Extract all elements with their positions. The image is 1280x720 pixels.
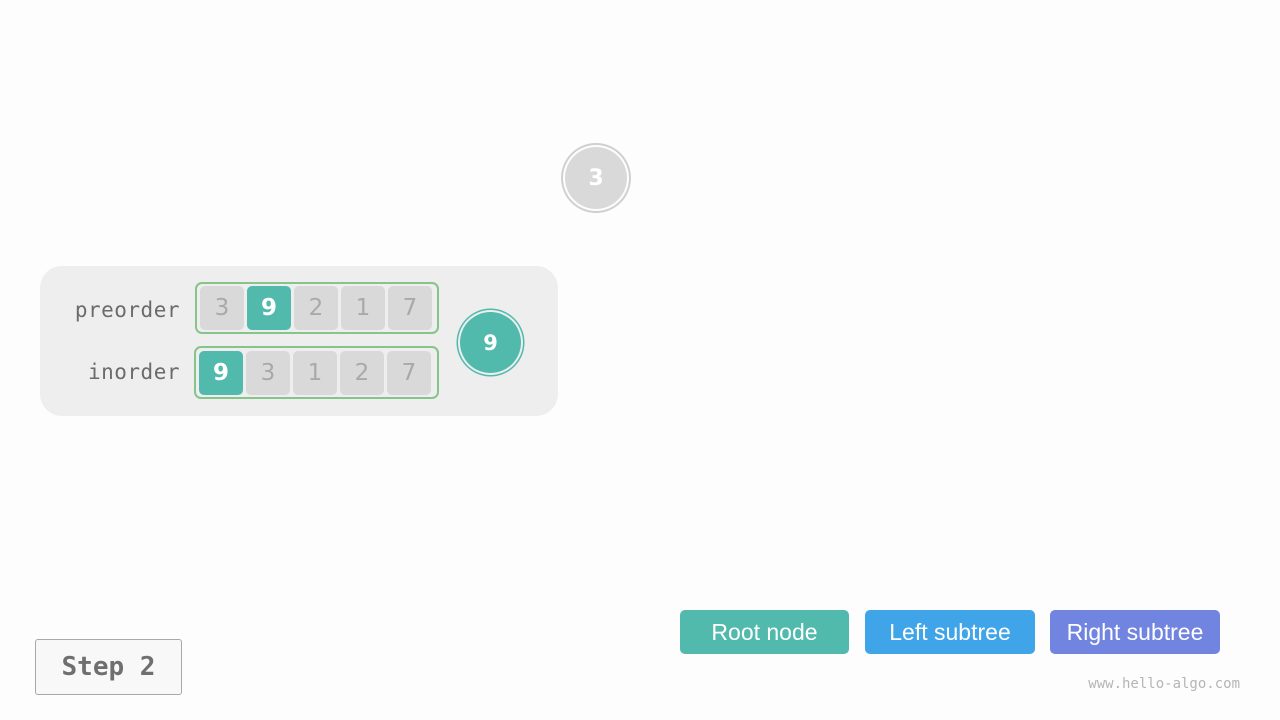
- legend-root-node: Root node: [680, 610, 849, 654]
- preorder-label: preorder: [74, 298, 180, 322]
- current-node: 9: [460, 312, 521, 373]
- inorder-cell: 7: [387, 350, 431, 395]
- tree-root-node-value: 3: [588, 165, 604, 191]
- inorder-cell-active: 9: [199, 350, 243, 395]
- inorder-array: 9 3 1 2 7: [194, 346, 439, 399]
- legend-right-subtree-label: Right subtree: [1066, 618, 1204, 645]
- legend-right-subtree: Right subtree: [1050, 610, 1220, 654]
- legend-left-subtree-label: Left subtree: [889, 618, 1011, 645]
- inorder-label: inorder: [87, 360, 180, 384]
- preorder-cell: 2: [294, 286, 338, 330]
- current-node-value: 9: [483, 330, 498, 355]
- inorder-cell: 1: [293, 350, 337, 395]
- preorder-array: 3 9 2 1 7: [195, 282, 439, 334]
- preorder-cell: 3: [200, 286, 244, 330]
- preorder-cell: 1: [341, 286, 385, 330]
- watermark: www.hello-algo.com: [1088, 676, 1240, 692]
- preorder-cell: 7: [388, 286, 432, 330]
- tree-root-node: 3: [565, 147, 627, 209]
- inorder-cell: 2: [340, 350, 384, 395]
- step-indicator: Step 2: [35, 639, 182, 695]
- legend-left-subtree: Left subtree: [865, 610, 1035, 654]
- step-label: Step 2: [61, 652, 156, 682]
- preorder-cell-active: 9: [247, 286, 291, 330]
- inorder-cell: 3: [246, 350, 290, 395]
- legend-root-node-label: Root node: [711, 618, 818, 645]
